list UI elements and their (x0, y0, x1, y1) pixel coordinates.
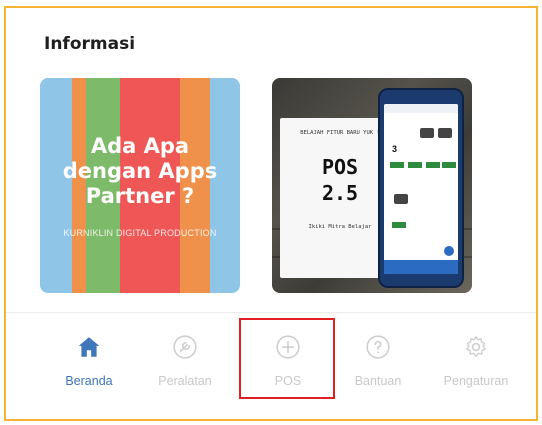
phone-mockup: 3 (378, 88, 464, 288)
headline-line-1: Ada Apa (90, 134, 190, 158)
nav-item-peralatan[interactable]: Peralatan (135, 334, 235, 388)
info-card-pos-update[interactable]: BELAJAH FITUR BARU YUK ! POS 2.5 Ikiki M… (272, 78, 472, 293)
nav-item-pengaturan[interactable]: Pengaturan (426, 334, 526, 388)
screen-button (426, 162, 440, 168)
nav-label-beranda: Beranda (65, 374, 113, 388)
product-image (420, 128, 434, 138)
product-image (438, 128, 452, 138)
headline-line-3: Partner ? (85, 184, 195, 208)
screen-fab (444, 246, 454, 256)
card-headline: Ada Apa dengan Apps Partner ? (40, 134, 240, 209)
screen-header (384, 104, 458, 113)
screen-button (408, 162, 422, 168)
nav-label-peralatan: Peralatan (158, 374, 212, 388)
screen-footer (384, 260, 458, 274)
pos-highlight-box (239, 318, 335, 399)
nav-divider (6, 312, 536, 313)
info-card-apps-partner[interactable]: Ada Apa dengan Apps Partner ? KURNIKLIN … (40, 78, 240, 293)
gear-icon (466, 336, 486, 357)
nav-label-bantuan: Bantuan (354, 374, 402, 388)
nav-item-beranda[interactable]: Beranda (39, 334, 139, 388)
screen-button (390, 162, 404, 168)
nav-label-pengaturan: Pengaturan (443, 374, 509, 388)
tools-icon (173, 335, 197, 359)
nav-item-bantuan[interactable]: Bantuan (328, 334, 428, 388)
screen-button (442, 162, 456, 168)
headline-line-2: dengan Apps (62, 159, 218, 183)
help-circle-icon (366, 335, 390, 359)
screen-button (392, 222, 406, 228)
card-footer-text: KURNIKLIN DIGITAL PRODUCTION (63, 228, 217, 238)
product-image (394, 194, 408, 204)
screen-count: 3 (392, 144, 398, 154)
home-icon (78, 337, 100, 357)
section-title: Informasi (44, 34, 136, 54)
phone-screen: 3 (384, 104, 458, 274)
